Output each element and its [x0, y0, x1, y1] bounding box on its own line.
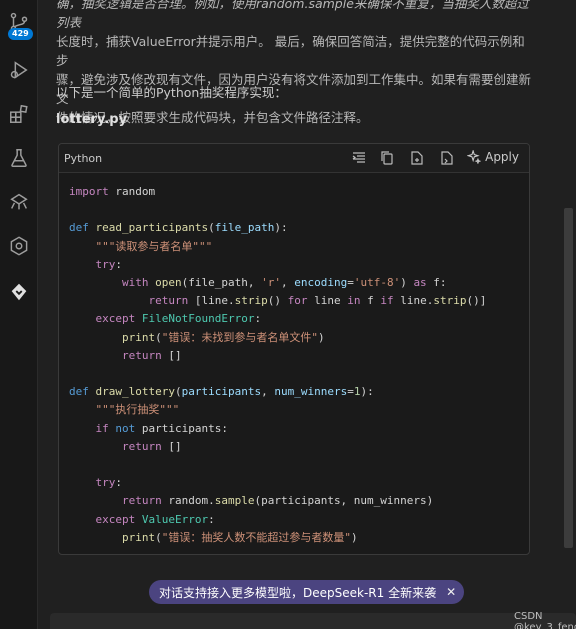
- chat-input-area[interactable]: [50, 613, 576, 629]
- watermark: CSDN @key_3_feng: [514, 611, 576, 629]
- response-paragraph: 确，抽奖逻辑是否合理。例如，使用random.sample来确保不重复，当抽奖人…: [56, 0, 531, 127]
- lead-sentence: 以下是一个简单的Python抽奖程序实现：: [56, 85, 287, 100]
- gitlens-icon[interactable]: [0, 228, 37, 264]
- announcement-toast[interactable]: 对话支持接入更多模型啦，DeepSeek-R1 全新来袭 ✕: [149, 580, 465, 604]
- activity-bar: 429: [0, 0, 38, 629]
- response-line: 确，抽奖逻辑是否合理。例如，使用random.sample来确保不重复，当抽奖人…: [56, 0, 529, 30]
- chat-panel: 确，抽奖逻辑是否合理。例如，使用random.sample来确保不重复，当抽奖人…: [38, 0, 576, 629]
- scrollbar-thumb[interactable]: [564, 208, 573, 548]
- code-block: Python Apply import random def read_part…: [58, 143, 530, 555]
- docker-icon[interactable]: [0, 184, 37, 220]
- codeium-icon[interactable]: [0, 274, 37, 310]
- copy-icon[interactable]: [379, 150, 395, 166]
- scm-badge: 429: [8, 28, 33, 40]
- sparkle-icon: [467, 150, 482, 164]
- response-line: 长度时，捕获ValueError并提示用户。 最后，确保回答简洁，提供完整的代码…: [56, 34, 525, 68]
- code-language-label: Python: [64, 151, 103, 165]
- close-icon[interactable]: ✕: [446, 585, 456, 599]
- testing-icon[interactable]: [0, 140, 37, 176]
- code-block-header: Python Apply: [59, 144, 529, 173]
- file-name-heading: lottery.py: [56, 112, 128, 127]
- apply-button[interactable]: Apply: [467, 150, 519, 164]
- apply-label: Apply: [485, 150, 519, 164]
- source-control-icon[interactable]: 429: [0, 4, 37, 40]
- insert-into-terminal-icon[interactable]: [439, 150, 455, 166]
- new-file-icon[interactable]: [409, 150, 425, 166]
- code-content: import random def read_participants(file…: [69, 185, 487, 544]
- response-line: 件的情况，按照要求生成代码块，并包含文件路径注释。: [56, 110, 369, 125]
- toast-text: 对话支持接入更多模型啦，DeepSeek-R1 全新来袭: [159, 585, 437, 600]
- insert-at-cursor-icon[interactable]: [351, 150, 367, 166]
- extensions-icon[interactable]: [0, 96, 37, 132]
- run-debug-icon[interactable]: [0, 52, 37, 88]
